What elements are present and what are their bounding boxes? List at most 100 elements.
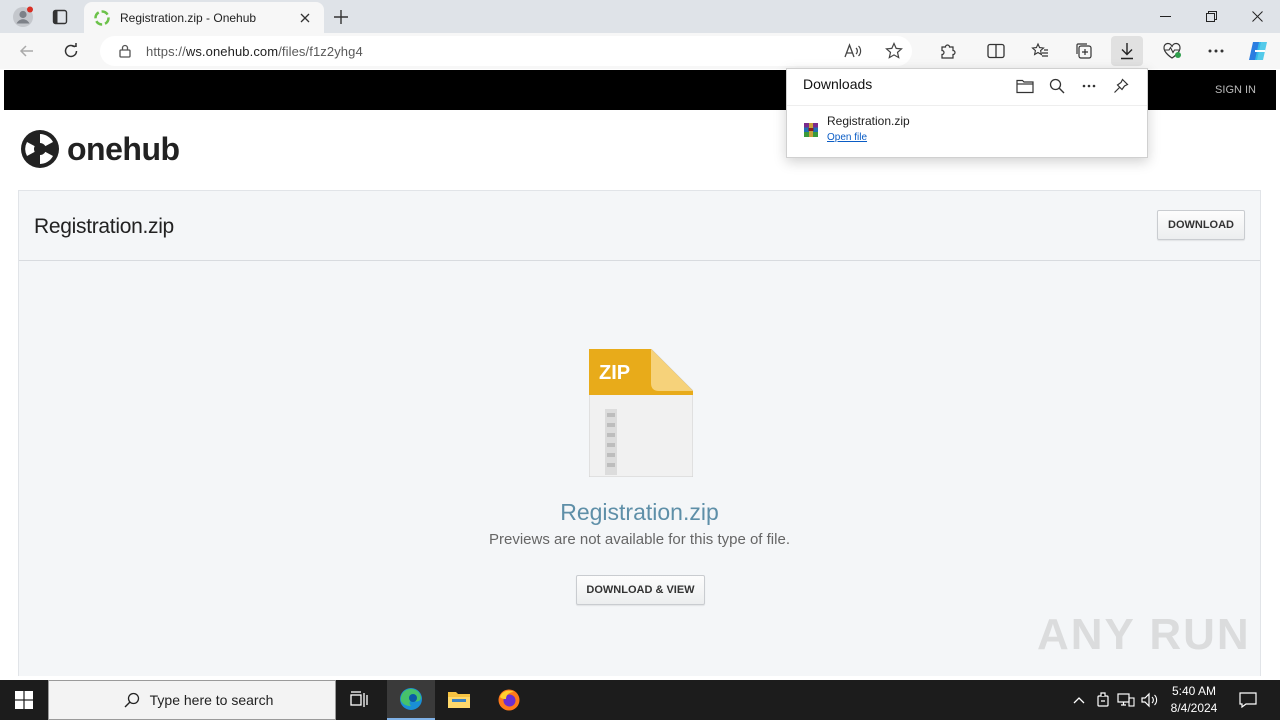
favorite-button[interactable] [881,39,907,63]
close-icon [1251,11,1263,22]
restore-icon [1205,11,1217,22]
task-view-icon [350,691,368,707]
copilot-icon [1249,42,1267,60]
downloads-flyout: Downloads Registration.zip Open file [786,68,1148,158]
sign-in-link[interactable]: SIGN IN [1215,70,1256,110]
page-content: SIGN IN onehub Registration.zip DOWNLOAD… [4,70,1276,676]
tab-close-button[interactable] [296,9,314,27]
taskbar-file-explorer-app[interactable] [435,680,483,720]
collections-icon [1076,43,1092,59]
arrow-left-icon [19,45,33,57]
edge-browser-icon [400,688,422,710]
zip-file-icon: ZIP [589,349,693,477]
download-icon [1121,43,1133,60]
file-panel-header: Registration.zip DOWNLOAD [19,191,1260,261]
downloads-button[interactable] [1111,36,1143,66]
tab-registration[interactable]: Registration.zip - Onehub [84,2,324,33]
address-url: https://ws.onehub.com/files/f1z2yhg4 [146,44,363,59]
tab-actions-icon [52,9,68,24]
logo-text: onehub [67,130,180,167]
download-and-view-button[interactable]: DOWNLOAD & VIEW [576,575,705,605]
clock-date: 8/4/2024 [1170,701,1218,715]
url-host: ws.onehub.com [185,43,279,59]
puzzle-icon [941,44,956,59]
window-minimize-button[interactable] [1142,0,1188,33]
tab-title: Registration.zip - Onehub [120,10,257,25]
download-item[interactable]: Registration.zip Open file [787,105,1147,159]
url-scheme: https:// [146,43,186,59]
zip-label: ZIP [599,362,630,384]
downloads-more-button[interactable] [1077,74,1101,98]
refresh-button[interactable] [56,36,86,66]
browser-toolbar: https://ws.onehub.com/files/f1z2yhg4 [0,33,1280,69]
pin-downloads-button[interactable] [1109,74,1133,98]
minimize-icon [1159,16,1171,17]
extensions-button[interactable] [932,36,964,66]
window-restore-button[interactable] [1188,0,1234,33]
firefox-icon [498,689,520,711]
onehub-logo[interactable]: onehub [19,128,180,170]
url-path: /files/f1z2yhg4 [278,43,363,59]
new-tab-button[interactable] [330,0,352,33]
read-aloud-button[interactable] [840,39,866,63]
file-title: Registration.zip [34,215,174,238]
windows-logo-icon [15,691,33,709]
address-bar[interactable]: https://ws.onehub.com/files/f1z2yhg4 [100,36,912,66]
profile-button[interactable] [8,0,38,33]
clock-time: 5:40 AM [1171,684,1217,698]
open-downloads-folder-button[interactable] [1013,74,1037,98]
favorites-button[interactable] [1024,36,1056,66]
show-hidden-icons-button[interactable] [1068,680,1090,720]
download-button[interactable]: DOWNLOAD [1157,210,1245,240]
taskbar-firefox-app[interactable] [485,680,533,720]
open-file-link[interactable]: Open file [827,132,867,143]
start-button[interactable] [0,680,48,720]
collections-button[interactable] [1068,36,1100,66]
split-screen-icon [987,43,1005,59]
lock-icon [119,44,131,58]
read-aloud-icon [844,43,862,58]
browser-essentials-button[interactable] [1156,36,1188,66]
usb-device-icon [1097,692,1109,707]
favorites-list-icon [1031,42,1048,57]
preview-file-name: Registration.zip [560,499,719,525]
folder-icon [1016,79,1034,94]
download-file-name: Registration.zip [827,114,910,128]
anyrun-watermark: ANY RUN [1037,610,1251,660]
preview-unavailable-message: Previews are not available for this type… [489,531,790,548]
window-close-button[interactable] [1234,0,1280,33]
search-icon [124,692,139,708]
volume-button[interactable] [1139,680,1161,720]
more-horizontal-icon [1208,49,1224,53]
notification-icon [1239,692,1257,708]
windows-taskbar: Type here to search 5:40 AM 8/4/2024 [0,680,1280,720]
profile-icon [13,6,33,27]
back-button[interactable] [12,36,42,66]
pin-icon [1114,78,1129,93]
more-horizontal-icon [1082,84,1096,88]
tab-actions-button[interactable] [46,0,74,33]
copilot-button[interactable] [1242,36,1274,66]
close-icon [300,13,310,22]
winrar-archive-icon [804,123,818,137]
task-view-button[interactable] [336,680,384,720]
taskbar-clock[interactable]: 5:40 AM 8/4/2024 [1160,680,1228,720]
zip-archive-icon: ZIP [589,349,693,477]
folder-icon [448,692,470,708]
downloads-title: Downloads [803,76,873,92]
taskbar-search-box[interactable]: Type here to search [48,680,336,720]
network-icon [1117,693,1135,707]
watermark-text: ANY RUN [1037,610,1251,659]
tray-device-button[interactable] [1092,680,1114,720]
browser-titlebar: Registration.zip - Onehub [0,0,1280,33]
network-button[interactable] [1115,680,1137,720]
onehub-logo-icon [21,130,59,168]
search-downloads-button[interactable] [1045,74,1069,98]
split-screen-button[interactable] [980,36,1012,66]
settings-more-button[interactable] [1200,36,1232,66]
notifications-button[interactable] [1232,680,1264,720]
search-placeholder: Type here to search [149,692,274,708]
file-panel: Registration.zip DOWNLOAD ZIP Registrati… [18,190,1261,676]
taskbar-edge-app[interactable] [387,680,435,720]
heart-pulse-icon [1163,42,1181,59]
